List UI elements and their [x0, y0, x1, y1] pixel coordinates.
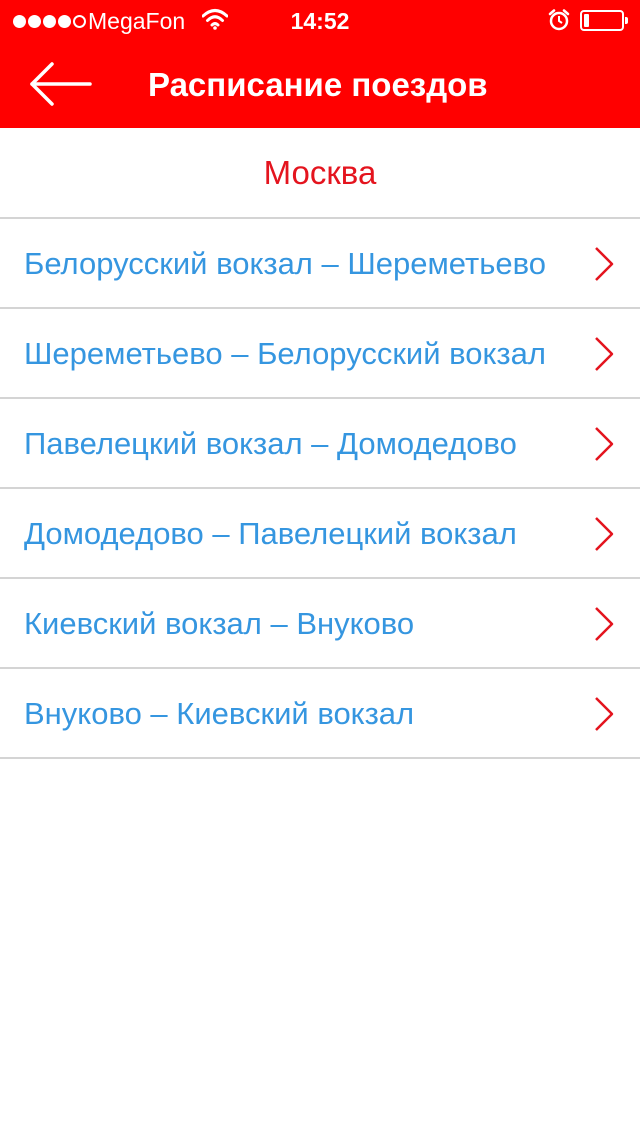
route-label: Внуково – Киевский вокзал [24, 696, 415, 731]
chevron-right-icon [595, 427, 614, 461]
status-bar: MegaFon 14:52 [0, 0, 640, 40]
list-item-route[interactable]: Внуково – Киевский вокзал [0, 669, 640, 759]
section-header: Москва [0, 128, 640, 219]
section-title: Москва [263, 153, 377, 191]
alarm-icon [548, 9, 570, 37]
route-label: Павелецкий вокзал – Домодедово [24, 426, 517, 461]
arrow-left-icon [28, 62, 92, 112]
back-button[interactable] [28, 60, 92, 108]
route-label: Шереметьево – Белорусский вокзал [24, 336, 546, 371]
chevron-right-icon [595, 337, 614, 371]
list-item-route[interactable]: Домодедово – Павелецкий вокзал [0, 489, 640, 579]
status-time: 14:52 [290, 8, 350, 34]
battery-level [584, 14, 589, 27]
route-label: Белорусский вокзал – Шереметьево [24, 246, 546, 281]
route-label: Киевский вокзал – Внуково [24, 606, 415, 641]
chevron-right-icon [595, 607, 614, 641]
page-title: Расписание поездов [148, 66, 488, 103]
list-item-route[interactable]: Киевский вокзал – Внуково [0, 579, 640, 669]
list-item-route[interactable]: Павелецкий вокзал – Домодедово [0, 399, 640, 489]
chevron-right-icon [595, 697, 614, 731]
navigation-bar: MegaFon 14:52 Расписание поездов [0, 0, 640, 128]
chevron-right-icon [595, 517, 614, 551]
route-label: Домодедово – Павелецкий вокзал [24, 516, 517, 551]
routes-list: Белорусский вокзал – Шереметьево Шеремет… [0, 219, 640, 759]
chevron-right-icon [595, 247, 614, 281]
list-item-route[interactable]: Белорусский вокзал – Шереметьево [0, 219, 640, 309]
list-item-route[interactable]: Шереметьево – Белорусский вокзал [0, 309, 640, 399]
battery-icon [580, 10, 628, 31]
